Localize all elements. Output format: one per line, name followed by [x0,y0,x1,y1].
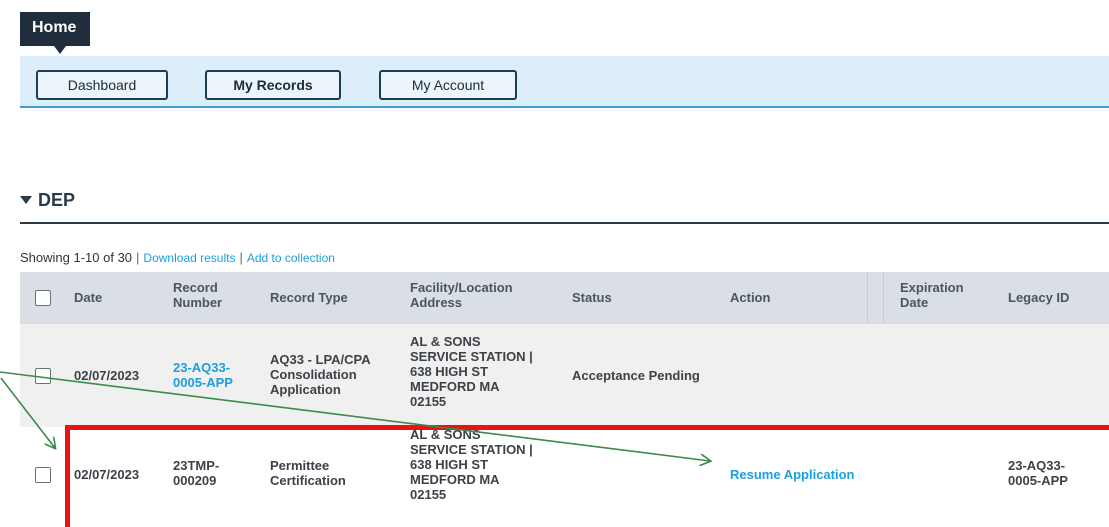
column-label: Facility/Location [410,280,513,295]
record-number: 23TMP- 000209 [173,458,219,488]
column-facility-address[interactable]: Facility/Location Address [410,280,513,310]
showing-count: Showing 1-10 of 30 [20,250,133,265]
record-number-line: 0005-APP [173,375,233,390]
row-checkbox[interactable] [35,467,51,483]
separator: | [136,250,140,265]
record-type-line: Certification [270,473,346,488]
column-label: Expiration [900,280,964,295]
column-record-number[interactable]: Record Number [173,280,222,310]
row-date: 02/07/2023 [74,467,140,482]
results-summary: Showing 1-10 of 30 | Download results | Add … [20,250,335,265]
column-divider [883,272,884,324]
legacy-id: 23-AQ33- 0005-APP [1008,458,1068,488]
address-line: MEDFORD MA [410,379,500,394]
home-tab[interactable]: Home [20,12,90,46]
table-row: 02/07/2023 23-AQ33- 0005-APP AQ33 - LPA/C… [20,324,1109,427]
row-checkbox[interactable] [35,368,51,384]
record-number-line: 23-AQ33- [173,360,231,375]
column-divider [867,272,868,324]
facility-address: AL & SONS SERVICE STATION | 638 HIGH ST MED… [410,427,533,502]
legacy-id-line: 23-AQ33- [1008,458,1066,473]
record-type-line: Permittee [270,458,330,473]
facility-address: AL & SONS SERVICE STATION | 638 HIGH ST MED… [410,334,533,409]
column-label: Date [900,295,929,310]
column-label: Record [173,280,218,295]
address-line: 638 HIGH ST [410,364,489,379]
address-line: 638 HIGH ST [410,457,489,472]
section-toggle-dep[interactable]: DEP [20,190,75,211]
column-date[interactable]: Date [74,290,102,305]
record-type: Permittee Certification [270,458,346,488]
address-line: 02155 [410,487,447,502]
column-legacy-id[interactable]: Legacy ID [1008,290,1069,305]
record-number-link[interactable]: 23-AQ33- 0005-APP [173,360,233,390]
record-type-line: Application [270,382,341,397]
address-line: MEDFORD MA [410,472,500,487]
collapse-caret-icon [20,196,32,204]
address-line: SERVICE STATION | [410,442,533,457]
column-record-type[interactable]: Record Type [270,290,348,305]
address-line: SERVICE STATION | [410,349,533,364]
table-header: Date Record Number Record Type Facility/L… [20,272,1109,324]
address-line: 02155 [410,394,447,409]
resume-application-link[interactable]: Resume Application [730,467,854,482]
table-row: 02/07/2023 23TMP- 000209 Permittee Certifi… [20,427,1109,527]
download-results-link[interactable]: Download results [143,251,235,265]
home-label: Home [32,19,77,36]
nav-bar: Dashboard My Records My Account [20,56,1109,108]
record-number-line: 000209 [173,473,217,488]
row-status: Acceptance Pending [572,368,700,383]
my-account-button[interactable]: My Account [379,70,517,100]
separator: | [239,250,243,265]
legacy-id-line: 0005-APP [1008,473,1068,488]
record-type: AQ33 - LPA/CPA Consolidation Application [270,352,371,397]
column-action[interactable]: Action [730,290,770,305]
record-type-line: AQ33 - LPA/CPA [270,352,371,367]
address-line: AL & SONS [410,427,481,442]
my-records-button[interactable]: My Records [205,70,341,100]
column-label: Number [173,295,223,310]
record-number-line: 23TMP- [173,458,220,473]
record-type-line: Consolidation [270,367,357,382]
row-date: 02/07/2023 [74,368,140,383]
section-title: DEP [38,190,76,210]
column-expiration-date[interactable]: Expiration Date [900,280,964,310]
select-all-checkbox[interactable] [35,290,51,306]
section-divider [20,222,1109,224]
home-tab-pointer [54,46,66,54]
add-to-collection-link[interactable]: Add to collection [247,251,335,265]
column-status[interactable]: Status [572,290,612,305]
column-label: Address [410,295,463,310]
address-line: AL & SONS [410,334,481,349]
dashboard-button[interactable]: Dashboard [36,70,168,100]
